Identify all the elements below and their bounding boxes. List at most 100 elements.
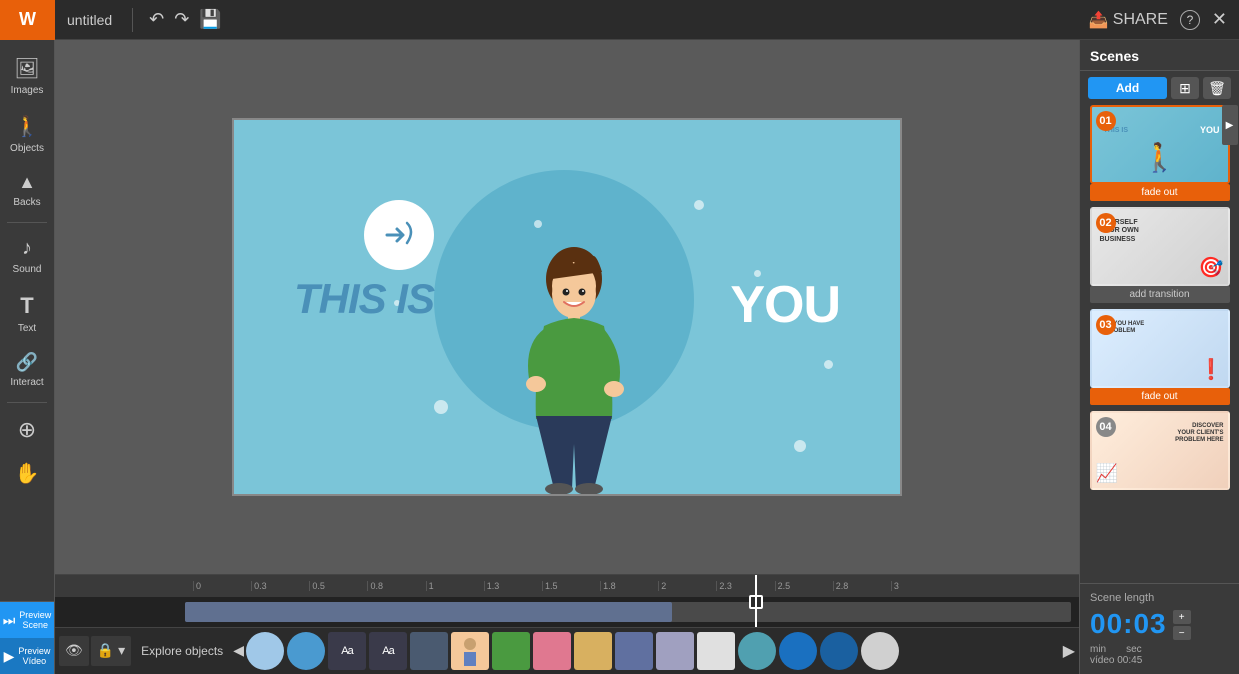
scene-expand-button-1[interactable]: ▶ xyxy=(1222,105,1238,145)
topbar-right: 📤 SHARE ? ✕ xyxy=(1089,9,1239,30)
ruler-mark: 0 xyxy=(193,581,251,591)
play-scene-icon: ⏭ xyxy=(3,612,16,629)
close-icon: ✕ xyxy=(1212,9,1227,30)
scene-thumbnail-2[interactable]: 02 YOURSELFYOUR OWNBUSINESS 🎯 xyxy=(1090,207,1230,286)
canvas-frame[interactable]: THIS IS YOU xyxy=(232,118,902,496)
sidebar-item-interact[interactable]: 🔗 Interact xyxy=(2,344,52,396)
thumb-darkblue[interactable] xyxy=(779,632,817,670)
track-bar xyxy=(185,602,1071,622)
ruler-mark: 1.8 xyxy=(600,581,658,591)
thumb-darkblue2[interactable] xyxy=(820,632,858,670)
divider xyxy=(132,8,133,32)
scene-number-4: 04 xyxy=(1096,417,1116,437)
playhead xyxy=(755,575,757,597)
thumb-pink[interactable] xyxy=(533,632,571,670)
preview-scene-button[interactable]: ⏭Preview Scene xyxy=(0,602,54,638)
app-logo: W xyxy=(0,0,55,40)
scene-thumbnail-4[interactable]: 04 DISCOVERYOUR CLIENT'SPROBLEM HERE 📈 xyxy=(1090,411,1230,490)
bottom-controls: 👁 🔒 ▾ Explore objects ◀ Aa Aa xyxy=(55,627,1079,673)
thumb-navy[interactable] xyxy=(615,632,653,670)
scene-add-transition-2[interactable]: add transition xyxy=(1090,286,1230,303)
lock-button[interactable]: 🔒 ▾ xyxy=(91,636,131,666)
hand-icon: ✋ xyxy=(15,461,40,486)
scene-transition-1[interactable]: fade out xyxy=(1090,184,1230,201)
sidebar-item-images[interactable]: 🖼 Images xyxy=(2,48,52,104)
main-area: 🖼 Images 🚶 Objects ▲ Backs ♪ Sound T Tex… xyxy=(0,40,1239,674)
sidebar-item-label: Sound xyxy=(13,264,42,275)
preview-video-button[interactable]: ▶Preview Vídeo xyxy=(0,638,54,674)
timeline-area: 0 0.3 0.5 0.8 1 1.3 1.5 1.8 2 2.3 2.5 2.… xyxy=(55,574,1079,674)
ruler-mark: 2 xyxy=(658,581,716,591)
sidebar-item-sound[interactable]: ♪ Sound xyxy=(2,229,52,283)
thumb-green[interactable] xyxy=(492,632,530,670)
divider xyxy=(7,222,47,223)
play-video-icon: ▶ xyxy=(4,648,15,665)
dot xyxy=(534,220,542,228)
scroll-right-button[interactable]: ▶ xyxy=(1063,641,1075,661)
thumb-lavender[interactable] xyxy=(656,632,694,670)
zoom-icon: ⊕ xyxy=(18,417,36,443)
thumb-gray[interactable] xyxy=(861,632,899,670)
thumb-blue2-circle[interactable] xyxy=(287,632,325,670)
timeline-tracks[interactable] xyxy=(55,597,1079,627)
ruler-marks: 0 0.3 0.5 0.8 1 1.3 1.5 1.8 2 2.3 2.5 2.… xyxy=(193,581,949,591)
scene-item-3: 03 BUT YOU HAVEA PROBLEM ❗ fade out xyxy=(1080,309,1239,409)
thumb-white[interactable] xyxy=(697,632,735,670)
ruler-mark: 1.3 xyxy=(484,581,542,591)
ruler-mark: 3 xyxy=(891,581,949,591)
sidebar-item-zoom[interactable]: ⊕ xyxy=(2,409,52,451)
sidebar-item-hand[interactable]: ✋ xyxy=(2,453,52,494)
sidebar-item-text[interactable]: T Text xyxy=(2,285,52,342)
scene-item-4: 04 DISCOVERYOUR CLIENT'SPROBLEM HERE 📈 xyxy=(1080,411,1239,490)
ruler-mark: 0.3 xyxy=(251,581,309,591)
scene-text-right: YOU xyxy=(730,275,840,335)
right-panel: Scenes Add ⊞ 🗑 01 THIS IS YOU 🚶 ▶ fade o… xyxy=(1079,40,1239,674)
thumb-teal[interactable] xyxy=(738,632,776,670)
images-icon: 🖼 xyxy=(14,56,39,81)
backs-icon: ▲ xyxy=(18,172,36,193)
scene-thumb-img-3: 03 BUT YOU HAVEA PROBLEM ❗ xyxy=(1090,309,1230,388)
scene-item-1: 01 THIS IS YOU 🚶 ▶ fade out xyxy=(1080,105,1239,205)
save-button[interactable]: 💾 xyxy=(199,9,221,30)
delete-scene-button[interactable]: 🗑 xyxy=(1203,77,1231,99)
scene-length: Scene length 00:03 + − min sec vídeo 00:… xyxy=(1080,583,1239,674)
time-decrease-button[interactable]: − xyxy=(1173,626,1191,640)
help-icon: ? xyxy=(1180,10,1200,30)
scroll-left-button[interactable]: ◀ xyxy=(233,642,244,659)
thumb-text-aa[interactable]: Aa xyxy=(328,632,366,670)
visibility-button[interactable]: 👁 xyxy=(59,636,89,666)
thumb-text-aa2[interactable]: Aa xyxy=(369,632,407,670)
undo-button[interactable]: ↶ xyxy=(149,9,164,30)
share-button[interactable]: 📤 SHARE xyxy=(1089,10,1168,30)
redo-button[interactable]: ↷ xyxy=(174,9,189,30)
close-button[interactable]: ✕ xyxy=(1212,9,1227,30)
share-icon: 📤 xyxy=(1089,10,1109,30)
add-scene-button[interactable]: Add xyxy=(1088,77,1167,99)
ruler-mark: 1 xyxy=(426,581,484,591)
left-sidebar: 🖼 Images 🚶 Objects ▲ Backs ♪ Sound T Tex… xyxy=(0,40,55,674)
thumb-skin[interactable] xyxy=(451,632,489,670)
topbar: W untitled ↶ ↷ 💾 📤 SHARE ? ✕ xyxy=(0,0,1239,40)
scene-number-2: 02 xyxy=(1096,213,1116,233)
scene-length-label: Scene length xyxy=(1090,592,1229,604)
ruler-mark: 0.5 xyxy=(309,581,367,591)
time-display: 00:03 xyxy=(1090,608,1167,640)
dot xyxy=(794,440,806,452)
sidebar-item-backs[interactable]: ▲ Backs xyxy=(2,164,52,216)
scene-transition-3[interactable]: fade out xyxy=(1090,388,1230,405)
thumb-blue-circle[interactable] xyxy=(246,632,284,670)
thumb-dark[interactable] xyxy=(410,632,448,670)
scenes-header: Scenes xyxy=(1080,40,1239,71)
time-increase-button[interactable]: + xyxy=(1173,610,1191,624)
timeline-ruler: 0 0.3 0.5 0.8 1 1.3 1.5 1.8 2 2.3 2.5 2.… xyxy=(55,575,1079,597)
copy-scene-button[interactable]: ⊞ xyxy=(1171,77,1199,99)
scene-thumbnail-1[interactable]: 01 THIS IS YOU 🚶 ▶ xyxy=(1090,105,1230,184)
canvas-wrapper: THIS IS YOU xyxy=(55,40,1079,574)
sidebar-item-label: Backs xyxy=(13,197,40,208)
thumb-yellow[interactable] xyxy=(574,632,612,670)
help-button[interactable]: ? xyxy=(1180,10,1200,30)
ruler-mark: 2.3 xyxy=(716,581,774,591)
time-controls: + − xyxy=(1173,610,1191,640)
scene-thumbnail-3[interactable]: 03 BUT YOU HAVEA PROBLEM ❗ xyxy=(1090,309,1230,388)
sidebar-item-objects[interactable]: 🚶 Objects xyxy=(2,106,52,162)
